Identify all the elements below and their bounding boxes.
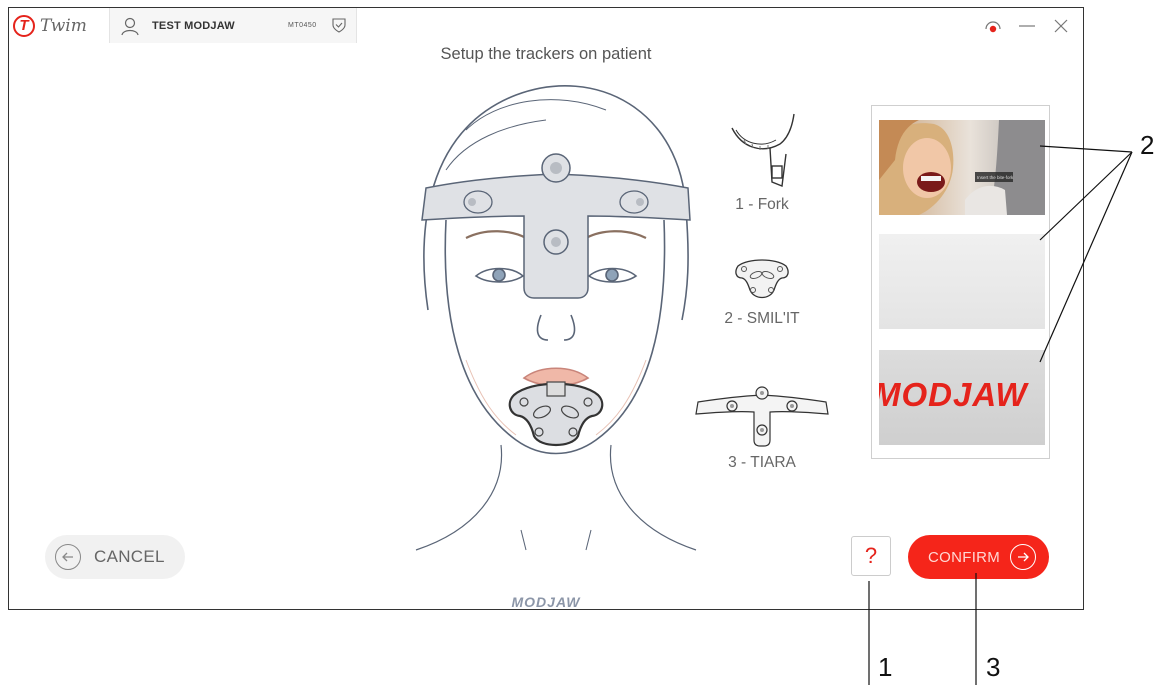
callout-1: 1 bbox=[878, 652, 893, 682]
callout-3: 3 bbox=[986, 652, 1001, 682]
app-logo: T Twim bbox=[9, 8, 109, 43]
record-icon[interactable] bbox=[981, 14, 1005, 38]
video-thumbnail-3[interactable]: MODJAW bbox=[879, 350, 1045, 445]
title-bar: T Twim TEST MODJAW MT0450 bbox=[9, 8, 1083, 43]
fork-tracker-icon bbox=[731, 113, 795, 187]
video-list-panel: Insert the bite-fork MODJAW bbox=[871, 105, 1050, 459]
patient-name: TEST MODJAW bbox=[152, 19, 235, 32]
arrow-left-icon bbox=[55, 544, 81, 570]
callout-2: 2 bbox=[1140, 130, 1155, 160]
video-brand-text: MODJAW bbox=[879, 376, 1028, 413]
tracker-tiara: 3 - TIARA bbox=[692, 384, 832, 472]
app-window: T Twim TEST MODJAW MT0450 Setup the trac… bbox=[8, 7, 1084, 610]
tracker-label-fork: 1 - Fork bbox=[735, 196, 789, 213]
face-illustration bbox=[415, 85, 697, 551]
minimize-icon[interactable] bbox=[1015, 14, 1039, 38]
cancel-label: CANCEL bbox=[94, 547, 165, 566]
tiara-tracker-icon bbox=[695, 386, 829, 447]
user-icon bbox=[121, 17, 139, 35]
help-label: ? bbox=[864, 543, 878, 568]
smilit-tracker-icon bbox=[735, 259, 789, 299]
tracker-label-smilit: 2 - SMIL'IT bbox=[724, 310, 800, 327]
patient-info[interactable]: TEST MODJAW MT0450 bbox=[109, 8, 357, 43]
modjaw-logo: MODJAW bbox=[511, 594, 581, 610]
video-caption: Insert the bite-fork bbox=[977, 175, 1014, 180]
arrow-right-icon bbox=[1010, 544, 1037, 570]
video-thumbnail-1[interactable]: Insert the bite-fork bbox=[879, 120, 1045, 215]
confirm-button[interactable]: CONFIRM bbox=[908, 535, 1049, 579]
shield-check-icon[interactable] bbox=[331, 17, 347, 33]
cancel-button[interactable]: CANCEL bbox=[45, 535, 185, 579]
twim-logo-icon: T bbox=[13, 14, 35, 37]
tracker-smilit: 2 - SMIL'IT bbox=[692, 256, 832, 328]
footer-brand: MODJAW bbox=[9, 594, 1083, 612]
video-thumbnail-2[interactable] bbox=[879, 234, 1045, 329]
close-icon[interactable] bbox=[1049, 14, 1073, 38]
help-button[interactable]: ? bbox=[851, 536, 891, 576]
app-name: Twim bbox=[40, 15, 87, 36]
window-controls bbox=[963, 8, 1083, 43]
page-title: Setup the trackers on patient bbox=[440, 45, 652, 63]
patient-code: MT0450 bbox=[288, 22, 317, 29]
tracker-label-tiara: 3 - TIARA bbox=[728, 454, 796, 471]
confirm-label: CONFIRM bbox=[928, 548, 1001, 566]
tracker-fork: 1 - Fork bbox=[692, 110, 832, 214]
patient-photo: Insert the bite-fork bbox=[879, 120, 1045, 215]
